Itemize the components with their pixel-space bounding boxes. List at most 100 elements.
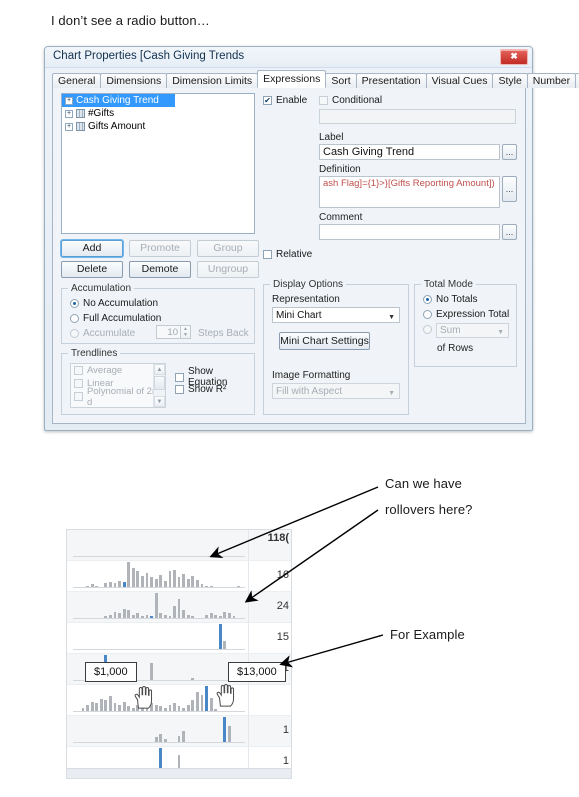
tree-item-gifts-count[interactable]: + #Gifts <box>62 107 254 120</box>
comment-input[interactable] <box>319 224 500 240</box>
mini-chart-row-value: 16 <box>276 569 289 581</box>
radio-icon <box>70 299 79 308</box>
radio-label: No Accumulation <box>83 298 159 309</box>
scrollbar-thumb[interactable] <box>154 376 165 390</box>
radio-full-accumulation[interactable]: Full Accumulation <box>70 313 161 324</box>
aggregation-select: Sum ▼ <box>436 323 509 338</box>
enable-label: Enable <box>276 95 308 106</box>
mini-chart-row[interactable]: 1 <box>67 716 291 747</box>
expander-icon[interactable]: + <box>65 109 73 118</box>
radio-no-accumulation[interactable]: No Accumulation <box>70 298 158 309</box>
expression-tree[interactable]: + Cash Giving Trend + #Gifts + Gifts Amo… <box>61 93 255 234</box>
tree-item-gifts-amount[interactable]: + Gifts Amount <box>62 120 254 133</box>
tab-number[interactable]: Number <box>526 73 577 88</box>
mini-chart-row-value: 1 <box>282 724 289 736</box>
definition-input[interactable]: ash Flag]={1}>}[Gifts Reporting Amount]) <box>319 176 500 208</box>
column-separator <box>248 685 249 715</box>
mini-chart-bar <box>195 691 199 712</box>
mini-chart-table[interactable]: 118(162415211115 <box>66 529 292 779</box>
enable-checkbox[interactable]: ✔ Enable <box>263 95 307 106</box>
relative-checkbox[interactable]: Relative <box>263 249 312 260</box>
tree-item-cash-giving-trend[interactable]: + Cash Giving Trend <box>62 94 175 107</box>
mini-chart[interactable] <box>67 530 250 560</box>
tab-strip: General Dimensions Dimension Limits Expr… <box>52 70 579 89</box>
delete-button[interactable]: Delete <box>61 261 123 278</box>
tab-presentation[interactable]: Presentation <box>355 73 427 88</box>
trendlines-scrollbar[interactable]: ▲ ▼ <box>153 364 165 407</box>
chart-icon <box>76 109 85 118</box>
mini-chart[interactable] <box>67 778 250 779</box>
mini-chart-bar <box>131 567 135 588</box>
mini-chart-bar <box>200 694 204 712</box>
demote-button[interactable]: Demote <box>129 261 191 278</box>
mini-chart-row[interactable]: 118( <box>67 530 291 561</box>
label-input[interactable]: Cash Giving Trend <box>319 144 500 160</box>
dialog-title: Chart Properties [Cash Giving Trends <box>53 50 245 62</box>
checkbox-icon <box>74 379 83 388</box>
mini-chart-bar <box>168 571 172 588</box>
image-formatting-value: Fill with Aspect <box>276 386 343 397</box>
comment-field-label: Comment <box>319 212 363 223</box>
mini-chart-row[interactable]: 15 <box>67 778 291 779</box>
mini-chart[interactable] <box>67 561 250 591</box>
expander-icon[interactable]: + <box>65 96 73 105</box>
column-separator <box>248 561 249 591</box>
scroll-up-icon[interactable]: ▲ <box>154 364 165 375</box>
arrow-to-tooltip <box>279 634 384 668</box>
show-r2-checkbox[interactable]: Show R² <box>175 384 226 395</box>
tab-dimension-limits[interactable]: Dimension Limits <box>166 73 259 88</box>
mini-chart[interactable] <box>67 623 250 653</box>
tab-general[interactable]: General <box>52 73 102 88</box>
conditional-input[interactable] <box>319 109 516 124</box>
label-browse-button[interactable]: ... <box>502 144 517 160</box>
mini-chart[interactable] <box>67 716 250 746</box>
mini-chart-bar-highlighted <box>205 686 208 712</box>
tab-sort[interactable]: Sort <box>325 73 357 88</box>
mini-chart-row[interactable]: 16 <box>67 561 291 592</box>
tab-font[interactable]: Font <box>575 73 579 88</box>
tab-style[interactable]: Style <box>492 73 528 88</box>
mini-chart[interactable] <box>67 592 250 622</box>
expander-icon[interactable]: + <box>65 122 73 131</box>
tab-expressions[interactable]: Expressions <box>257 70 327 88</box>
mini-chart-row[interactable]: 15 <box>67 623 291 654</box>
checkbox-icon <box>74 392 83 401</box>
scroll-down-icon[interactable]: ▼ <box>154 396 165 407</box>
checkbox-icon: ✔ <box>263 96 272 105</box>
conditional-checkbox[interactable]: Conditional <box>319 95 382 106</box>
display-options-group-label: Display Options <box>270 279 347 290</box>
tooltip-13000: $13,000 <box>228 662 286 682</box>
show-r2-label: Show R² <box>188 384 227 395</box>
checkbox-icon <box>319 96 328 105</box>
radio-no-totals[interactable]: No Totals <box>423 294 478 305</box>
mini-chart-row[interactable] <box>67 685 291 716</box>
tab-visual-cues[interactable]: Visual Cues <box>425 73 494 88</box>
horizontal-scrollbar[interactable] <box>67 768 291 778</box>
tooltip-1000: $1,000 <box>85 662 137 682</box>
mini-chart-settings-button[interactable]: Mini Chart Settings <box>279 332 370 350</box>
steps-back-input: 10 <box>156 325 181 339</box>
trendlines-group-label: Trendlines <box>68 348 121 359</box>
checkbox-icon <box>175 372 184 382</box>
radio-expression-total[interactable]: Expression Total <box>423 309 509 320</box>
rollover-annotation-line2: rollovers here? <box>385 502 473 517</box>
top-annotation: I don’t see a radio button… <box>51 13 210 28</box>
hand-cursor-icon-right <box>216 684 235 707</box>
radio-label: Expression Total <box>436 309 510 320</box>
mini-chart-row[interactable]: 24 <box>67 592 291 623</box>
tab-dimensions[interactable]: Dimensions <box>100 73 168 88</box>
mini-chart-bar <box>109 696 112 712</box>
representation-select[interactable]: Mini Chart ▼ <box>272 307 400 323</box>
mini-chart-bar <box>154 593 158 619</box>
tree-item-label: Gifts Amount <box>88 121 146 132</box>
trendline-item-average: Average <box>71 364 165 377</box>
add-button[interactable]: Add <box>61 240 123 257</box>
comment-browse-button[interactable]: ... <box>502 224 517 240</box>
steps-back-stepper: 10 ▲ ▼ <box>156 325 191 339</box>
column-separator <box>248 778 249 779</box>
radio-icon <box>423 310 432 319</box>
conditional-label: Conditional <box>332 95 383 106</box>
checkbox-icon <box>263 250 272 259</box>
close-icon[interactable]: ✖ <box>500 49 528 65</box>
definition-browse-button[interactable]: ... <box>502 176 517 202</box>
